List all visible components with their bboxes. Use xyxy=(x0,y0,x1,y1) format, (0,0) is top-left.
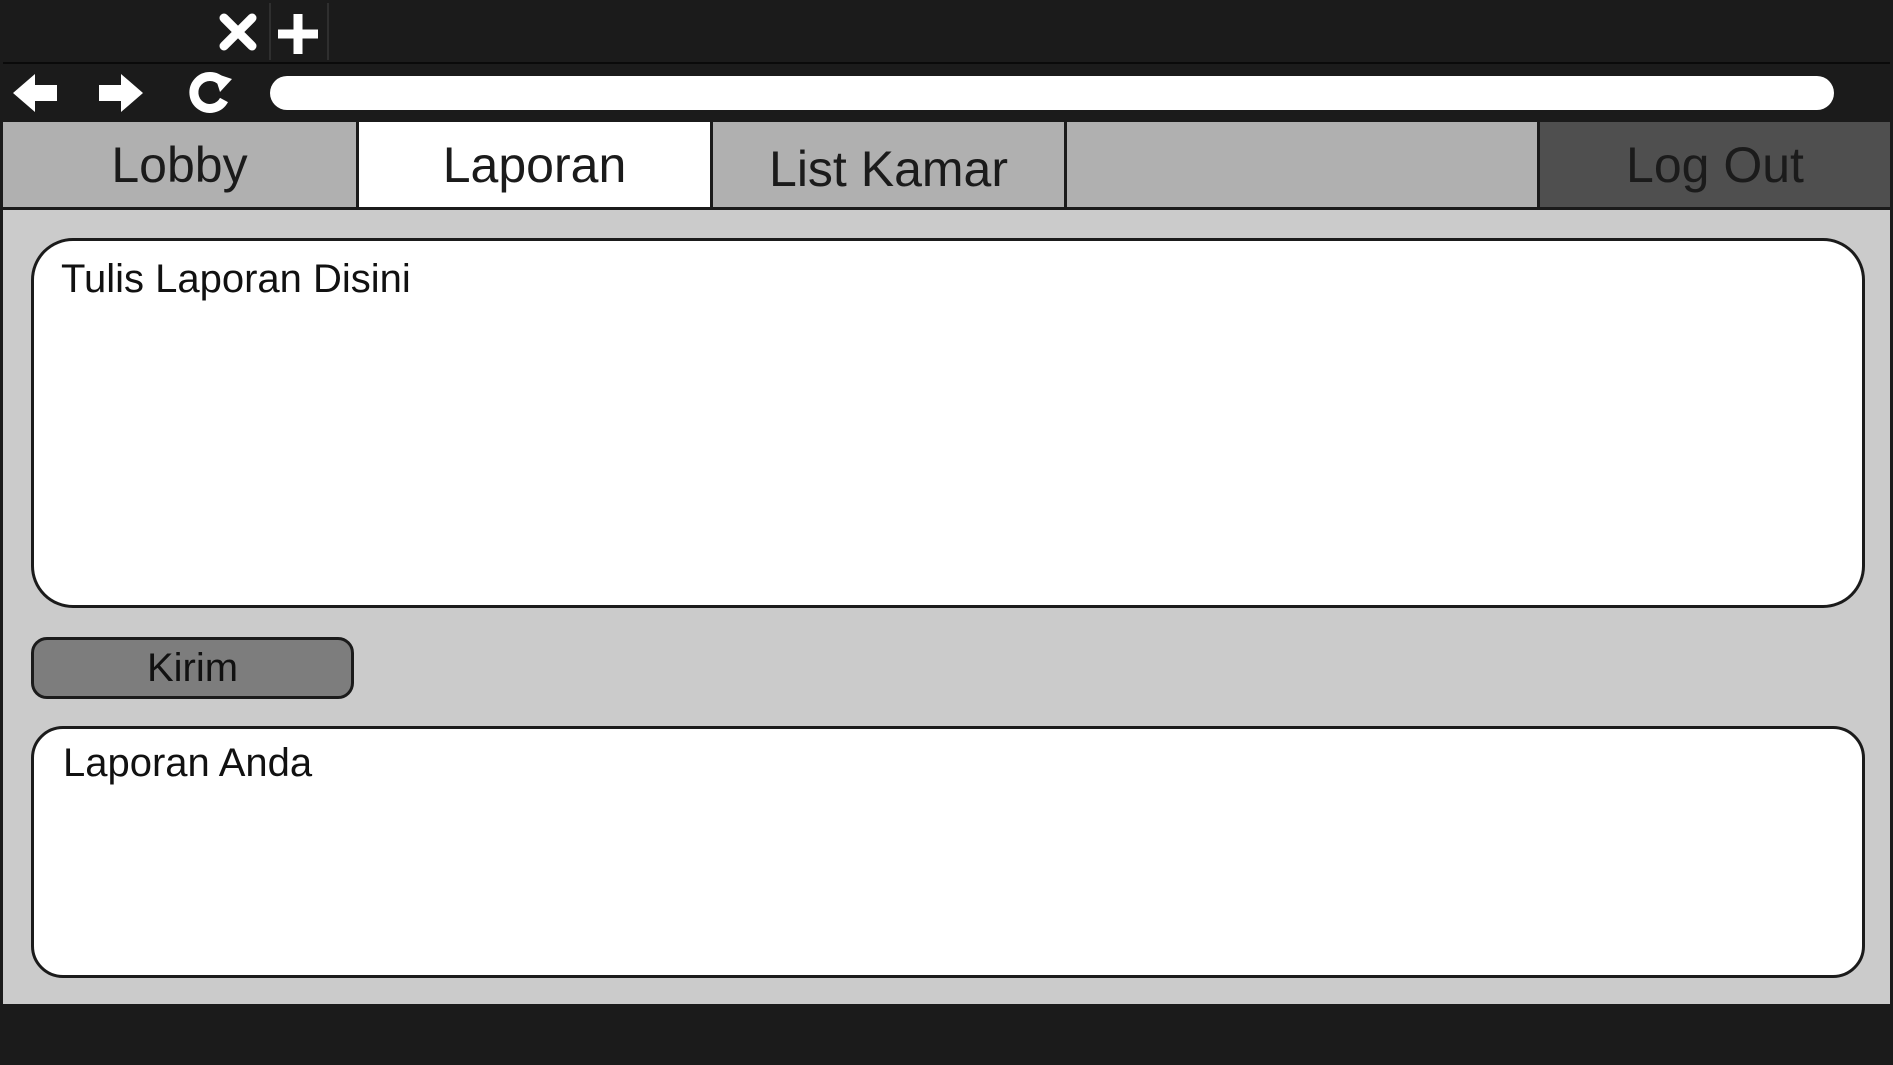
tab-label: Lobby xyxy=(111,136,248,193)
new-tab-icon[interactable] xyxy=(275,11,321,57)
tab-strip-divider xyxy=(269,3,271,60)
reload-icon[interactable] xyxy=(184,70,234,116)
tab-label: Laporan xyxy=(442,136,627,193)
close-tab-icon[interactable] xyxy=(217,11,259,53)
app-tab-bar: Lobby Laporan List Kamar Log Out xyxy=(3,122,1890,210)
forward-arrow-icon[interactable] xyxy=(97,72,145,114)
address-bar[interactable] xyxy=(270,76,1834,110)
main-content: Kirim Laporan Anda xyxy=(3,210,1890,1004)
back-arrow-icon[interactable] xyxy=(11,72,59,114)
tab-lobby[interactable]: Lobby xyxy=(3,122,359,207)
tab-list-kamar[interactable]: List Kamar xyxy=(713,122,1067,207)
logout-label: Log Out xyxy=(1626,136,1804,193)
report-history-title: Laporan Anda xyxy=(63,741,313,785)
tab-laporan[interactable]: Laporan xyxy=(359,122,713,207)
tab-label: List Kamar xyxy=(769,140,1008,197)
browser-window: Lobby Laporan List Kamar Log Out Kirim L… xyxy=(0,0,1893,1065)
send-report-button[interactable]: Kirim xyxy=(31,637,354,699)
browser-tab-strip xyxy=(3,3,1890,64)
report-textarea[interactable] xyxy=(31,238,1865,608)
browser-nav-bar xyxy=(3,64,1890,122)
logout-button[interactable]: Log Out xyxy=(1537,122,1890,207)
browser-status-bar xyxy=(3,1004,1890,1062)
report-history-panel: Laporan Anda xyxy=(31,726,1865,978)
tab-strip-divider xyxy=(327,3,329,60)
